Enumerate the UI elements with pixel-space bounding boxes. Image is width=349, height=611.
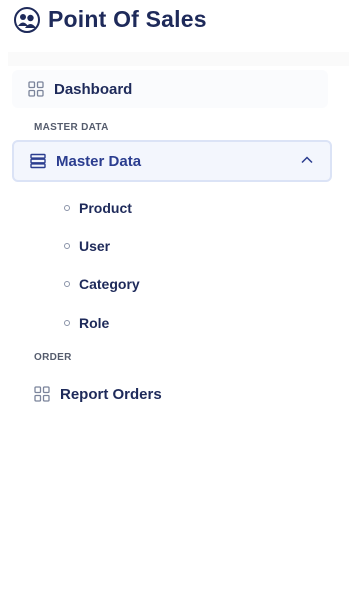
submenu-item-label: Role: [79, 315, 110, 331]
section-label-order: ORDER: [34, 352, 72, 363]
sidebar-item-master-data[interactable]: Master Data: [12, 140, 332, 182]
sidebar-item-report-orders[interactable]: Report Orders: [12, 375, 328, 413]
submenu-item-category[interactable]: Category: [64, 273, 140, 295]
submenu-item-user[interactable]: User: [64, 235, 110, 257]
chevron-up-icon[interactable]: [300, 153, 314, 167]
submenu-item-label: Category: [79, 276, 140, 292]
sidebar-top-divider: [8, 52, 349, 66]
sidebar-item-label: Dashboard: [54, 80, 133, 98]
grid-icon: [28, 81, 44, 97]
sidebar-item-label: Master Data: [56, 152, 142, 170]
users-icon: [14, 6, 40, 33]
bullet-icon: [64, 205, 70, 211]
bullet-icon: [64, 281, 70, 287]
submenu-item-role[interactable]: Role: [64, 312, 109, 334]
submenu-item-label: Product: [79, 200, 132, 216]
bullet-icon: [64, 320, 70, 326]
submenu-item-product[interactable]: Product: [64, 197, 132, 219]
bullet-icon: [64, 243, 70, 249]
submenu-item-label: User: [79, 238, 111, 254]
brand[interactable]: Point Of Sales: [14, 6, 207, 33]
sidebar-item-dashboard[interactable]: Dashboard: [12, 70, 328, 108]
sidebar-item-label: Report Orders: [60, 385, 162, 403]
list-icon: [30, 153, 46, 169]
app-title: Point Of Sales: [48, 6, 207, 32]
section-label-master-data: MASTER DATA: [34, 122, 109, 133]
grid-icon: [34, 386, 50, 402]
